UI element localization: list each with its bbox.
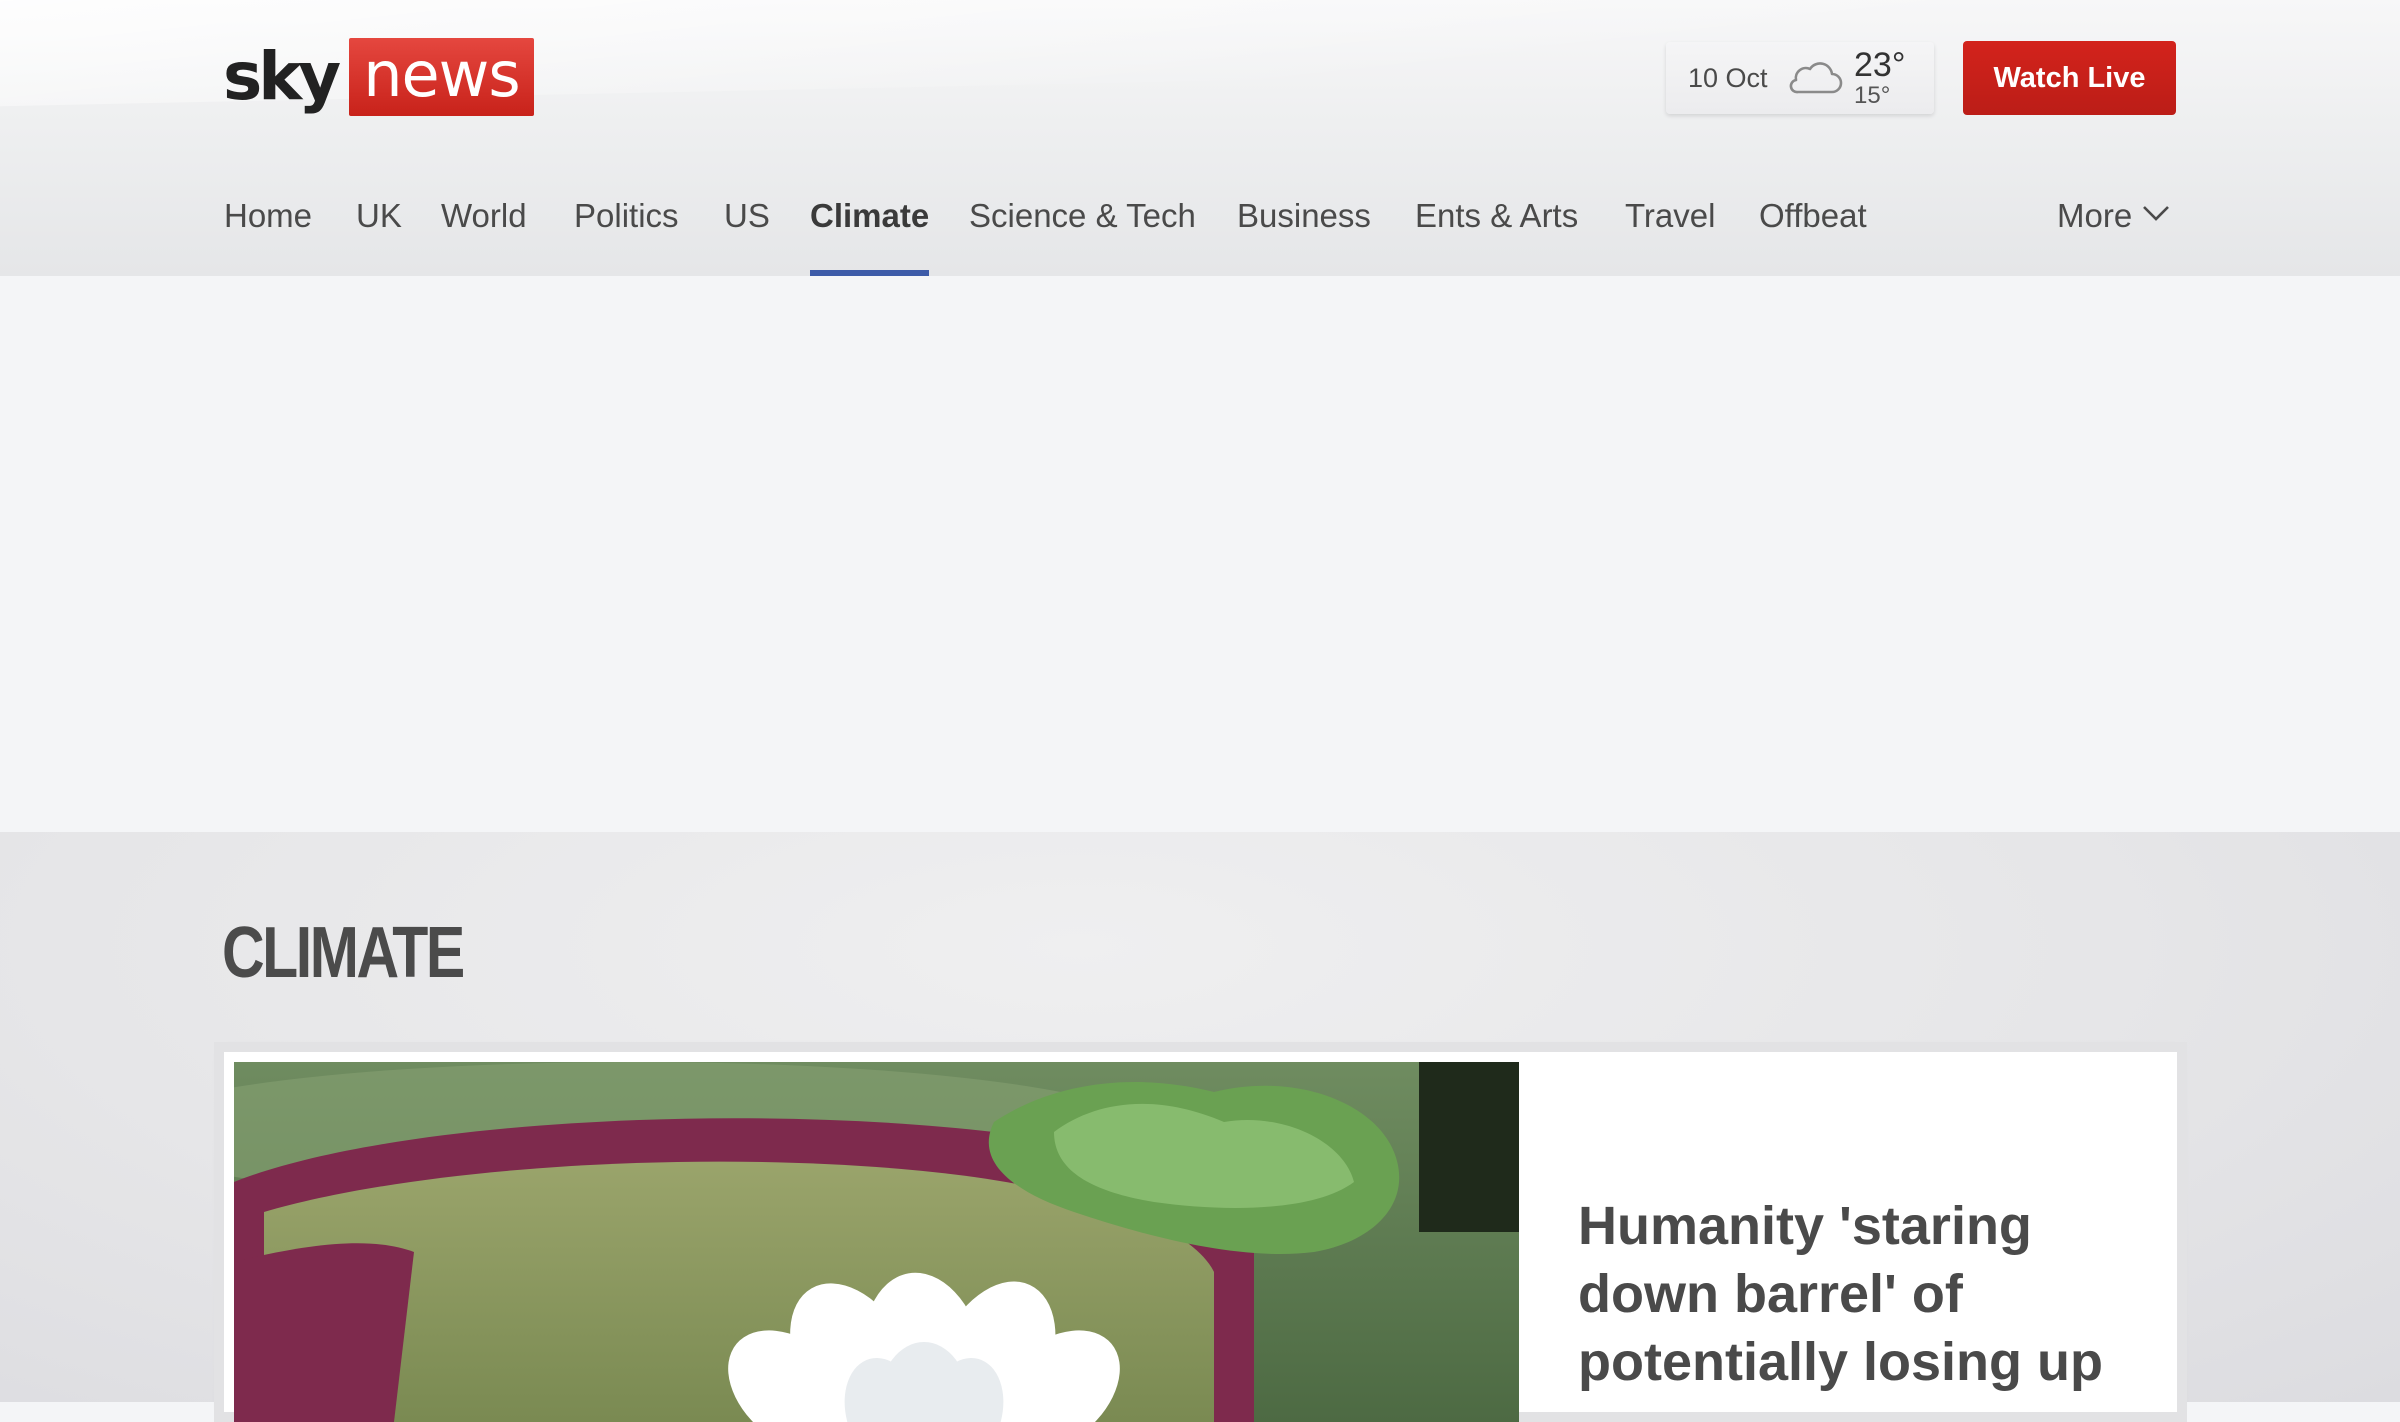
section-title: CLIMATE xyxy=(222,913,465,993)
weather-high: 23° xyxy=(1854,46,1906,84)
nav-item-science-tech[interactable]: Science & Tech xyxy=(969,182,1196,276)
nav-item-ents-arts[interactable]: Ents & Arts xyxy=(1415,182,1578,276)
nav-item-us[interactable]: US xyxy=(724,182,770,276)
logo-sky-text: sky xyxy=(223,38,341,115)
nav-more-label: More xyxy=(2057,197,2133,234)
nav-item-politics[interactable]: Politics xyxy=(574,182,679,276)
weather-widget[interactable]: 10 Oct 23° 15° xyxy=(1666,42,1934,114)
sky-news-logo[interactable]: sky news xyxy=(223,37,534,117)
advert-placeholder xyxy=(0,276,2400,832)
water-lily-photo xyxy=(234,1062,1519,1422)
weather-temps: 23° 15° xyxy=(1854,48,1905,108)
lead-story-card[interactable]: Humanity 'staring down barrel' of potent… xyxy=(224,1052,2177,1422)
nav-item-offbeat[interactable]: Offbeat xyxy=(1759,182,1867,276)
nav-item-business[interactable]: Business xyxy=(1237,182,1371,276)
nav-item-uk[interactable]: UK xyxy=(356,182,402,276)
lead-story-headline[interactable]: Humanity 'staring down barrel' of potent… xyxy=(1578,1192,2138,1396)
lead-story-image[interactable] xyxy=(234,1062,1519,1422)
chevron-down-icon xyxy=(2143,206,2170,221)
nav-item-home[interactable]: Home xyxy=(224,182,312,276)
nav-item-climate[interactable]: Climate xyxy=(810,182,930,276)
nav-item-world[interactable]: World xyxy=(441,182,527,276)
nav-more-menu[interactable]: More xyxy=(2057,182,2170,276)
weather-low: 15° xyxy=(1854,82,1891,109)
main-nav: Home UK World Politics US Climate Scienc… xyxy=(0,182,2400,276)
cloud-icon xyxy=(1789,62,1843,94)
logo-news-text: news xyxy=(349,38,534,116)
weather-date: 10 Oct xyxy=(1688,62,1768,93)
watch-live-button[interactable]: Watch Live xyxy=(1963,41,2176,115)
nav-item-travel[interactable]: Travel xyxy=(1625,182,1715,276)
